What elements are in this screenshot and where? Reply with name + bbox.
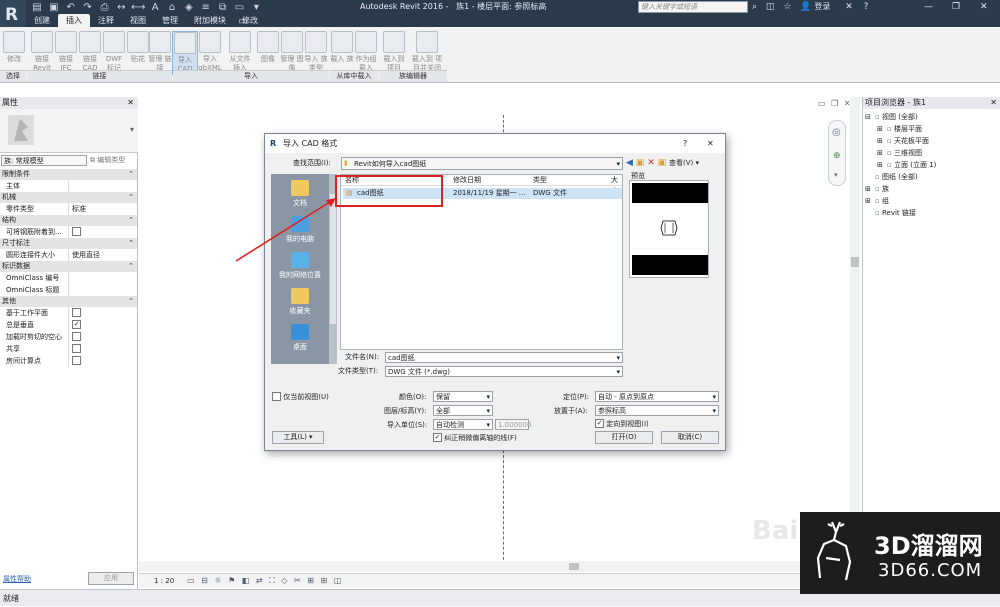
- pointer-arrow: [235, 199, 334, 262]
- watermark-logo: 3D溜溜网 3D66.COM: [800, 512, 1000, 594]
- watermark-url: 3D66.COM: [878, 560, 983, 581]
- highlight-box: [335, 175, 443, 207]
- deer-logo-icon: [816, 521, 852, 581]
- arrow-head: [326, 198, 336, 207]
- watermark-brand: 3D溜溜网: [874, 532, 983, 560]
